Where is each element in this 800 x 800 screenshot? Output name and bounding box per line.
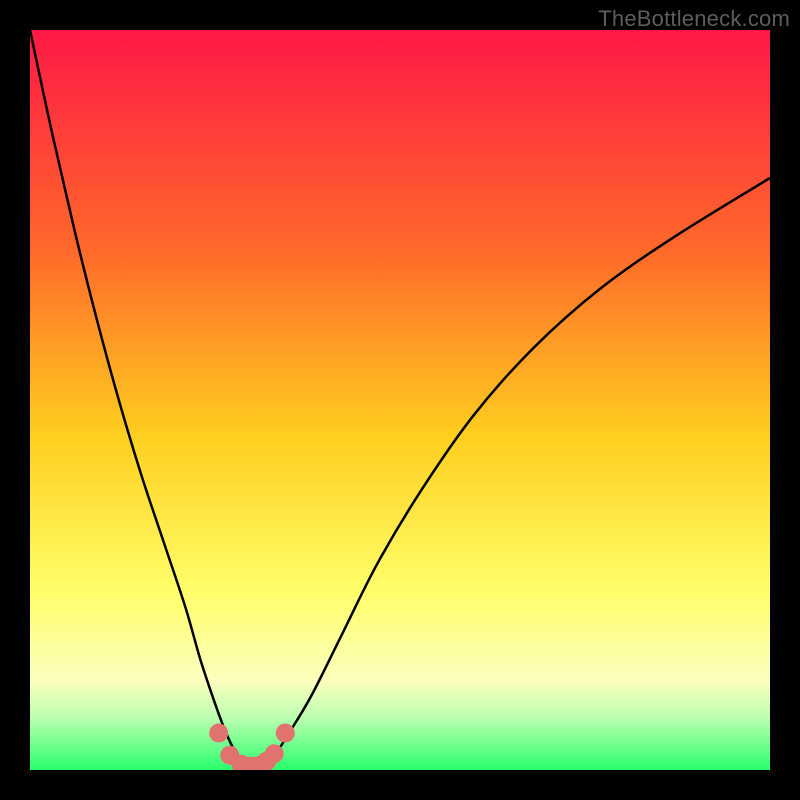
marker-dot bbox=[265, 744, 284, 763]
plot-area bbox=[30, 30, 770, 770]
watermark-text: TheBottleneck.com bbox=[598, 6, 790, 32]
marker-dot bbox=[276, 724, 295, 743]
curve-path bbox=[30, 30, 770, 768]
marker-dot bbox=[209, 724, 228, 743]
chart-frame: TheBottleneck.com bbox=[0, 0, 800, 800]
highlight-cluster bbox=[209, 724, 295, 771]
bottleneck-curve bbox=[30, 30, 770, 770]
